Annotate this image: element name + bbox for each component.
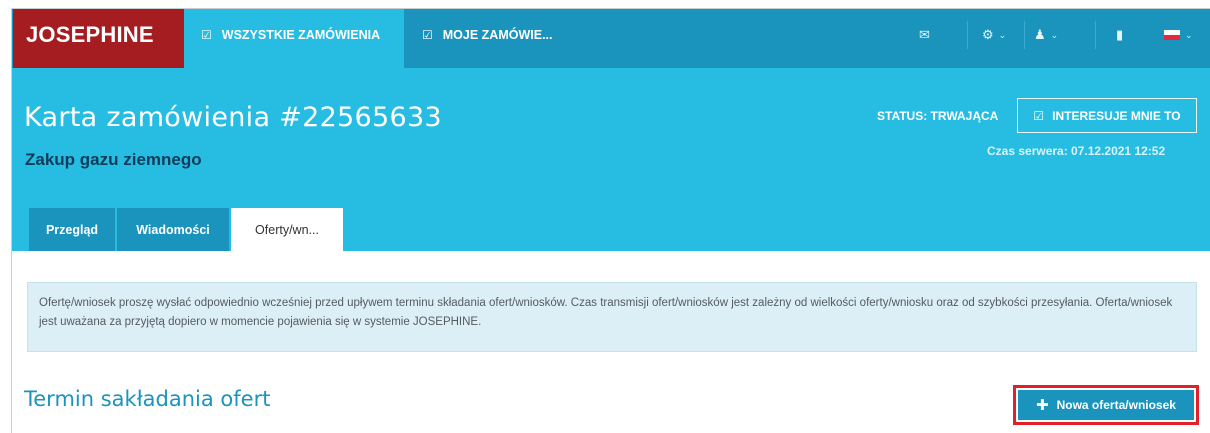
interest-button[interactable]: ☑ INTERESUJE MNIE TO bbox=[1017, 98, 1197, 133]
user-icon: ♟ bbox=[1034, 27, 1046, 42]
new-offer-button[interactable]: ✚ Nowa oferta/wniosek bbox=[1018, 390, 1194, 420]
server-time: Czas serwera: 07.12.2021 12:52 bbox=[987, 144, 1166, 158]
gear-icon: ⚙ bbox=[982, 27, 994, 42]
app-frame: JOSEPHINE ☑ WSZYSTKIE ZAMÓWIENIA ☑ MOJE … bbox=[11, 8, 1210, 433]
check-square-icon: ☑ bbox=[1033, 108, 1045, 123]
section-title: Termin sakładania ofert bbox=[24, 387, 271, 411]
chevron-down-icon: ⌄ bbox=[1050, 29, 1059, 40]
tab-messages[interactable]: Wiadomości bbox=[117, 208, 229, 251]
interest-button-label: INTERESUJE MNIE TO bbox=[1052, 108, 1181, 123]
new-offer-button-highlight: ✚ Nowa oferta/wniosek bbox=[1013, 385, 1199, 425]
nav-tab-label: MOJE ZAMÓWIE... bbox=[442, 28, 553, 42]
check-square-icon: ☑ bbox=[422, 28, 433, 42]
nav-tab-label: WSZYSTKIE ZAMÓWIENIA bbox=[221, 28, 381, 42]
settings-dropdown[interactable]: ⚙ ⌄ bbox=[982, 9, 1018, 68]
nav-divider bbox=[1095, 21, 1096, 49]
mail-icon: ✉ bbox=[919, 27, 930, 42]
tab-overview[interactable]: Przegląd bbox=[29, 208, 115, 251]
status-label: STATUS: TRWAJĄCA bbox=[877, 109, 999, 123]
flag-pl-icon bbox=[1164, 30, 1180, 40]
plus-icon: ✚ bbox=[1036, 397, 1049, 414]
help-button[interactable]: ▮ bbox=[1116, 9, 1136, 68]
user-dropdown[interactable]: ♟ ⌄ bbox=[1034, 9, 1070, 68]
page-subtitle: Zakup gazu ziemnego bbox=[25, 150, 202, 169]
check-square-icon: ☑ bbox=[201, 28, 212, 42]
language-dropdown[interactable]: ⌄ bbox=[1164, 9, 1204, 68]
tab-offers[interactable]: Oferty/wn... bbox=[231, 208, 343, 251]
page-title: Karta zamówienia #22565633 bbox=[24, 102, 442, 133]
book-icon: ▮ bbox=[1116, 27, 1124, 42]
chevron-down-icon: ⌄ bbox=[1185, 29, 1193, 40]
nav-tab-all-orders[interactable]: ☑ WSZYSTKIE ZAMÓWIENIA bbox=[184, 9, 404, 68]
info-notice: Ofertę/wniosek proszę wysłać odpowiednio… bbox=[27, 282, 1197, 352]
top-navbar: JOSEPHINE ☑ WSZYSTKIE ZAMÓWIENIA ☑ MOJE … bbox=[12, 9, 1210, 68]
mail-button[interactable]: ✉ bbox=[919, 9, 945, 68]
nav-divider bbox=[1024, 21, 1025, 49]
app-logo[interactable]: JOSEPHINE bbox=[13, 9, 184, 68]
nav-divider bbox=[967, 21, 968, 49]
chevron-down-icon: ⌄ bbox=[998, 29, 1007, 40]
order-header: Karta zamówienia #22565633 Zakup gazu zi… bbox=[12, 68, 1210, 251]
new-offer-button-label: Nowa oferta/wniosek bbox=[1056, 398, 1176, 412]
nav-tab-my-orders[interactable]: ☑ MOJE ZAMÓWIE... bbox=[404, 9, 574, 68]
